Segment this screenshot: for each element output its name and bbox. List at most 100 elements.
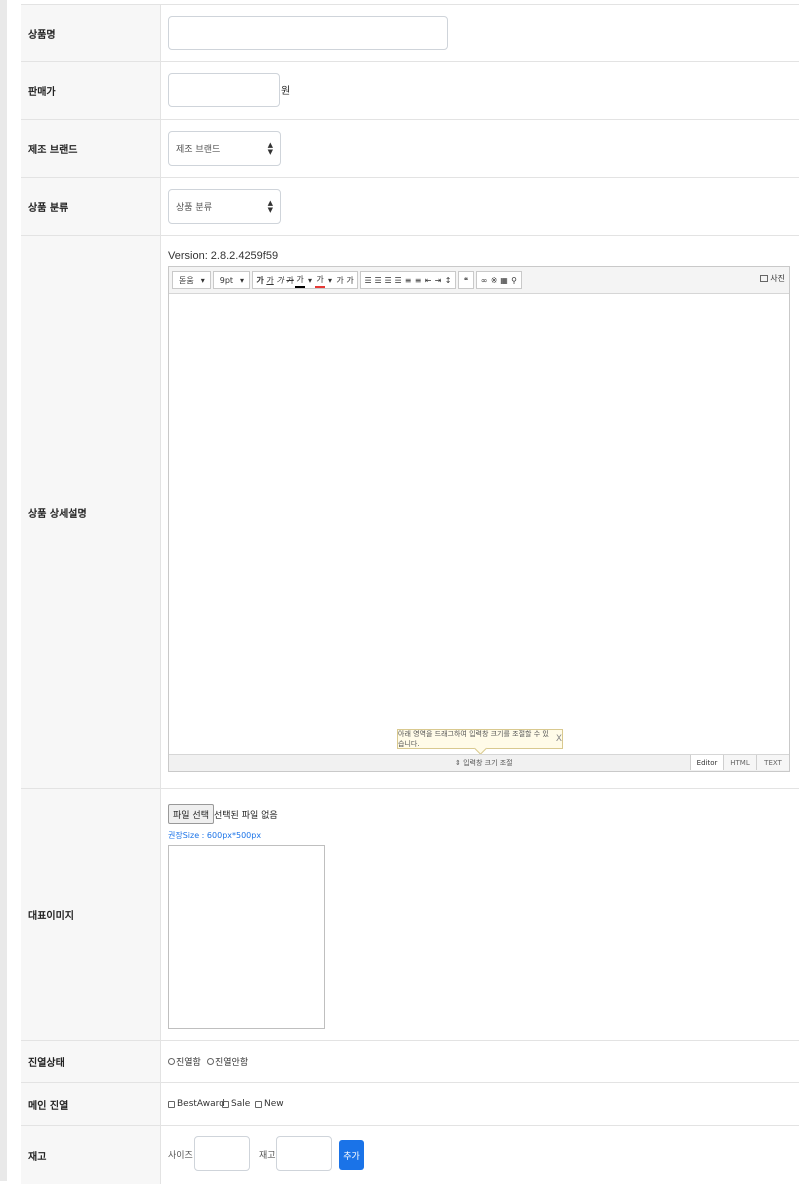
align-left-icon[interactable]: ☰: [363, 273, 373, 287]
category-cell: 상품 분류 ▲ ▼: [162, 178, 799, 235]
format-group: 가 가 가 가 가 ▾ 가 ▾ 가 가: [252, 271, 359, 289]
font-family-select[interactable]: 돋움 ▾: [172, 271, 211, 289]
display-on-radio[interactable]: 진열함: [168, 1041, 201, 1082]
size-note: 권장Size : 600px*500px: [168, 831, 262, 840]
brand-select[interactable]: 제조 브랜드 ▲ ▼: [168, 131, 281, 166]
display-cell: 진열함 진열안함: [162, 1041, 799, 1082]
display-label: 진열상태: [21, 1041, 161, 1082]
brand-cell: 제조 브랜드 ▲ ▼: [162, 120, 799, 177]
image-preview: [168, 845, 325, 1029]
photo-button[interactable]: 사진: [760, 273, 785, 284]
stock-input[interactable]: [276, 1136, 332, 1171]
close-icon[interactable]: X: [556, 734, 562, 744]
quote-button[interactable]: ❝: [461, 273, 471, 287]
outdent-icon[interactable]: ⇤: [423, 273, 433, 287]
new-label: New: [264, 1099, 284, 1109]
image-cell: 파일 선택 선택된 파일 없음 권장Size : 600px*500px: [162, 789, 799, 1040]
checkbox-icon: [255, 1100, 262, 1108]
main-display-cell: BestAward Sale New: [162, 1083, 799, 1125]
dropdown-icon: ▾: [200, 275, 205, 285]
link-icon[interactable]: ∞: [479, 273, 489, 287]
file-select-button[interactable]: 파일 선택: [168, 804, 214, 824]
resize-label: ⇕ 입력창 크기 조절: [455, 759, 513, 767]
row-product-name: 상품명: [21, 4, 799, 62]
display-off-label: 진열안함: [215, 1058, 249, 1068]
row-category: 상품 분류 상품 분류 ▲ ▼: [21, 178, 799, 236]
superscript-button[interactable]: 가: [335, 273, 345, 287]
dropdown-icon[interactable]: ▾: [305, 273, 315, 287]
photo-label: 사진: [770, 274, 785, 283]
underline-button[interactable]: 가: [265, 273, 275, 287]
price-input[interactable]: [168, 73, 280, 107]
product-name-cell: [162, 5, 799, 61]
description-cell: Version: 2.8.2.4259f59 돋움 ▾ 9pt ▾ 가 가 가: [162, 236, 799, 788]
tab-editor[interactable]: Editor: [690, 755, 723, 770]
editor-content-area[interactable]: [169, 294, 789, 755]
line-height-icon[interactable]: ↕: [443, 273, 453, 287]
sale-label: Sale: [231, 1099, 251, 1109]
ordered-list-icon[interactable]: ≡: [403, 273, 413, 287]
font-size-value: 9pt: [219, 275, 234, 285]
align-right-icon[interactable]: ☰: [383, 273, 393, 287]
sale-checkbox[interactable]: Sale: [222, 1083, 250, 1125]
row-stock: 재고 사이즈 재고 추가: [21, 1126, 799, 1184]
price-label: 판매가: [21, 62, 161, 119]
resize-tooltip: 아래 영역을 드래그하여 입력창 크기를 조절할 수 있습니다. X: [397, 729, 563, 749]
find-icon[interactable]: ⚲: [509, 273, 519, 287]
resize-handle[interactable]: ⇕ 입력창 크기 조절 Editor HTML TEXT: [169, 754, 789, 771]
category-select[interactable]: 상품 분류 ▲ ▼: [168, 189, 281, 224]
row-price: 판매가 원: [21, 62, 799, 120]
table-icon[interactable]: ▦: [499, 273, 509, 287]
main-display-label: 메인 진열: [21, 1083, 161, 1125]
special-char-icon[interactable]: ※: [489, 273, 499, 287]
checkbox-icon: [222, 1100, 229, 1108]
bg-color-button[interactable]: 가: [315, 272, 326, 288]
product-form: 상품명 판매가 원 제조 브랜드 제조 브랜드 ▲ ▼ 상품 분류 상품 분류 ▲…: [21, 4, 799, 1184]
brand-label: 제조 브랜드: [21, 120, 161, 177]
display-on-label: 진열함: [176, 1058, 201, 1068]
font-family-value: 돋움: [179, 275, 194, 285]
tab-html[interactable]: HTML: [723, 755, 756, 770]
subscript-button[interactable]: 가: [345, 273, 355, 287]
bestaward-label: BestAward: [177, 1099, 225, 1109]
tab-text[interactable]: TEXT: [756, 755, 789, 770]
bold-button[interactable]: 가: [255, 273, 265, 287]
align-justify-icon[interactable]: ☰: [393, 273, 403, 287]
dropdown-icon[interactable]: ▾: [325, 273, 335, 287]
resize-tooltip-text: 아래 영역을 드래그하여 입력창 크기를 조절할 수 있습니다.: [398, 730, 549, 748]
align-group: ☰ ☰ ☰ ☰ ≡ ≡ ⇤ ⇥ ↕: [360, 271, 457, 289]
radio-icon: [168, 1058, 175, 1065]
new-checkbox[interactable]: New: [255, 1083, 284, 1125]
product-name-label: 상품명: [21, 5, 161, 61]
align-center-icon[interactable]: ☰: [373, 273, 383, 287]
image-label: 대표이미지: [21, 789, 161, 1040]
checkbox-icon: [168, 1100, 175, 1108]
strike-button[interactable]: 가: [285, 273, 295, 287]
row-description: 상품 상세설명 Version: 2.8.2.4259f59 돋움 ▾ 9pt …: [21, 236, 799, 789]
unordered-list-icon[interactable]: ≡: [413, 273, 423, 287]
text-color-button[interactable]: 가: [295, 272, 306, 288]
description-label: 상품 상세설명: [21, 236, 161, 788]
stock-label: 재고: [21, 1126, 161, 1184]
brand-selected: 제조 브랜드: [176, 145, 221, 155]
extra-group: ∞ ※ ▦ ⚲: [476, 271, 523, 289]
add-stock-button[interactable]: 추가: [339, 1140, 364, 1170]
font-size-select[interactable]: 9pt ▾: [212, 271, 251, 289]
dropdown-icon: ▾: [240, 275, 245, 285]
row-display: 진열상태 진열함 진열안함: [21, 1041, 799, 1083]
product-name-input[interactable]: [168, 16, 448, 50]
size-input[interactable]: [194, 1136, 250, 1171]
bestaward-checkbox[interactable]: BestAward: [168, 1083, 225, 1125]
italic-button[interactable]: 가: [275, 273, 285, 287]
price-cell: 원: [162, 62, 799, 119]
row-brand: 제조 브랜드 제조 브랜드 ▲ ▼: [21, 120, 799, 178]
indent-icon[interactable]: ⇥: [433, 273, 443, 287]
file-status: 선택된 파일 없음: [214, 811, 278, 821]
select-arrows-icon: ▲ ▼: [267, 198, 273, 214]
editor-mode-tabs: Editor HTML TEXT: [690, 755, 789, 770]
display-off-radio[interactable]: 진열안함: [207, 1041, 248, 1082]
editor-version: Version: 2.8.2.4259f59: [168, 250, 279, 262]
size-label: 사이즈: [168, 1151, 193, 1161]
stock-qty-label: 재고: [259, 1151, 276, 1161]
photo-icon: [760, 275, 769, 282]
